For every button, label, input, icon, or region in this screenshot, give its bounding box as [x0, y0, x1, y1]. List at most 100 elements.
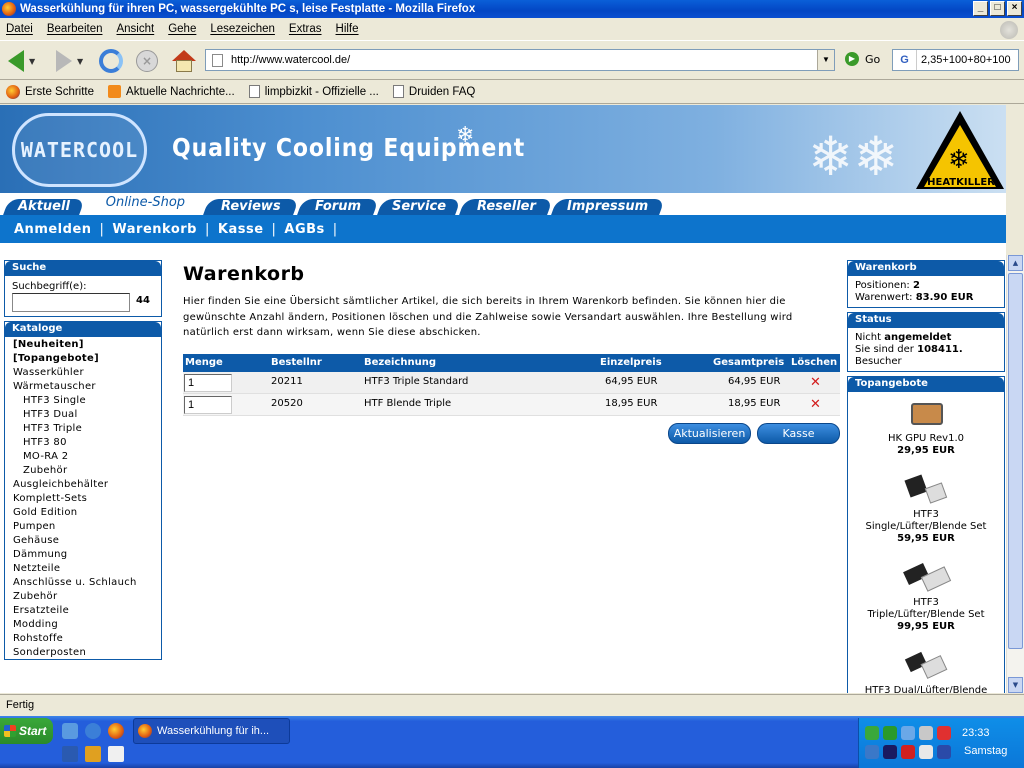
start-button[interactable]: Start	[0, 718, 53, 744]
go-button[interactable]: ▶ Go	[845, 52, 880, 66]
binoculars-icon[interactable]: 44	[136, 295, 150, 306]
tray-icon[interactable]	[865, 745, 879, 759]
url-dropdown-button[interactable]: ▼	[817, 50, 834, 70]
scroll-up-button[interactable]: ▲	[1008, 255, 1023, 271]
back-button[interactable]: ▼	[8, 48, 35, 74]
subnav-anmelden[interactable]: Anmelden	[14, 222, 92, 237]
tab-online-shop[interactable]: Online-Shop	[88, 195, 202, 215]
catalog-item[interactable]: Komplett-Sets	[5, 492, 161, 506]
close-button[interactable]: ×	[1007, 1, 1022, 16]
minimize-button[interactable]: _	[973, 1, 988, 16]
home-button[interactable]	[172, 48, 196, 74]
catalog-item[interactable]: Pumpen	[5, 520, 161, 534]
tab-aktuell[interactable]: Aktuell	[3, 199, 85, 215]
catalog-item[interactable]: Ausgleichbehälter	[5, 478, 161, 492]
catalog-item[interactable]: HTF3 Triple	[5, 422, 161, 436]
tray-icon[interactable]	[919, 726, 933, 740]
scroll-thumb[interactable]	[1008, 273, 1023, 649]
quicklaunch-desktop-icon[interactable]	[62, 723, 78, 739]
catalog-item[interactable]: MO-RA 2	[5, 450, 161, 464]
search-input[interactable]: G 2,35+100+80+100	[892, 49, 1019, 71]
catalog-item[interactable]: Netzteile	[5, 562, 161, 576]
product-htf3-dual-set[interactable]: HTF3 Dual/Lüfter/Blende	[848, 651, 1004, 693]
chevron-down-icon[interactable]: ▼	[29, 57, 35, 66]
reload-button[interactable]	[99, 48, 123, 74]
page-scrollbar[interactable]: ▲ ▼	[1006, 255, 1024, 693]
bookmark-erste-schritte[interactable]: Erste Schritte	[6, 84, 94, 99]
chevron-down-icon[interactable]: ▼	[77, 57, 83, 66]
delete-icon[interactable]: ✕	[810, 397, 821, 412]
catalog-item[interactable]: [Topangebote]	[5, 352, 161, 366]
menu-gehe[interactable]: Gehe	[168, 23, 196, 35]
catalog-item[interactable]: Sonderposten	[5, 646, 161, 660]
menu-lesezeichen[interactable]: Lesezeichen	[210, 23, 275, 35]
tray-icon[interactable]	[883, 726, 897, 740]
google-icon[interactable]: G	[893, 50, 917, 70]
catalog-item[interactable]: Rohstoffe	[5, 632, 161, 646]
tray-icon[interactable]	[901, 745, 915, 759]
catalog-item[interactable]: Zubehör	[5, 590, 161, 604]
subnav-warenkorb[interactable]: Warenkorb	[112, 222, 197, 237]
product-image[interactable]	[903, 474, 949, 505]
catalog-item[interactable]: Wasserkühler	[5, 366, 161, 380]
quicklaunch-icon[interactable]	[108, 746, 124, 762]
forward-button[interactable]: ▼	[56, 48, 83, 74]
tray-icon[interactable]	[883, 745, 897, 759]
catalog-item[interactable]: Wärmetauscher	[5, 380, 161, 394]
stop-button[interactable]: ×	[136, 48, 158, 74]
watercool-logo[interactable]: WATERCOOL	[12, 113, 147, 187]
catalog-item[interactable]: Anschlüsse u. Schlauch	[5, 576, 161, 590]
tray-icon[interactable]	[865, 726, 879, 740]
quicklaunch-firefox-icon[interactable]	[108, 723, 124, 739]
bookmark-aktuelle-nachrichten[interactable]: Aktuelle Nachrichte...	[108, 85, 235, 98]
catalog-item[interactable]: HTF3 80	[5, 436, 161, 450]
tray-icon[interactable]	[901, 726, 915, 740]
menu-bearbeiten[interactable]: Bearbeiten	[47, 23, 103, 35]
product-image[interactable]	[903, 399, 949, 429]
delete-icon[interactable]: ✕	[810, 375, 821, 390]
catalog-item[interactable]: [Neuheiten]	[5, 338, 161, 352]
catalog-item[interactable]: HTF3 Dual	[5, 408, 161, 422]
quicklaunch-ie-icon[interactable]	[85, 723, 101, 739]
catalog-item[interactable]: Dämmung	[5, 548, 161, 562]
quicklaunch-icon[interactable]	[62, 746, 78, 762]
tab-service[interactable]: Service	[377, 199, 461, 215]
product-image[interactable]	[903, 563, 952, 593]
menu-datei[interactable]: Datei	[6, 23, 33, 35]
catalog-item[interactable]: Gehäuse	[5, 534, 161, 548]
clock[interactable]: 23:33	[962, 727, 990, 739]
tray-icon[interactable]	[937, 745, 951, 759]
menu-hilfe[interactable]: Hilfe	[336, 23, 359, 35]
bookmark-limpbizkit[interactable]: limpbizkit - Offizielle ...	[248, 85, 379, 98]
tab-impressum[interactable]: Impressum	[551, 199, 665, 215]
maximize-button[interactable]: □	[990, 1, 1005, 16]
tab-reseller[interactable]: Reseller	[459, 199, 553, 215]
subnav-kasse[interactable]: Kasse	[218, 222, 264, 237]
tab-reviews[interactable]: Reviews	[203, 199, 299, 215]
bookmark-druiden-faq[interactable]: Druiden FAQ	[392, 85, 475, 98]
catalog-item[interactable]: Modding	[5, 618, 161, 632]
scroll-down-button[interactable]: ▼	[1008, 677, 1023, 693]
product-hk-gpu[interactable]: HK GPU Rev1.0 29,95 EUR	[848, 399, 1004, 457]
tray-icon[interactable]	[937, 726, 951, 740]
product-htf3-triple-set[interactable]: HTF3 Triple/Lüfter/Blende Set 99,95 EUR	[848, 563, 1004, 633]
quantity-input[interactable]	[184, 374, 232, 392]
quantity-input[interactable]	[184, 396, 232, 414]
catalog-item[interactable]: HTF3 Single	[5, 394, 161, 408]
menu-ansicht[interactable]: Ansicht	[116, 23, 154, 35]
catalog-item[interactable]: Gold Edition	[5, 506, 161, 520]
product-image[interactable]	[903, 651, 949, 681]
search-term-input[interactable]	[12, 293, 130, 312]
catalog-item[interactable]: Ersatzteile	[5, 604, 161, 618]
checkout-button[interactable]: Kasse	[757, 423, 840, 444]
menu-extras[interactable]: Extras	[289, 23, 322, 35]
tab-forum[interactable]: Forum	[297, 199, 379, 215]
update-button[interactable]: Aktualisieren	[668, 423, 751, 444]
product-htf3-single-set[interactable]: HTF3 Single/Lüfter/Blende Set 59,95 EUR	[848, 474, 1004, 545]
subnav-agbs[interactable]: AGBs	[284, 222, 324, 237]
taskbar-firefox-window[interactable]: Wasserkühlung für ih...	[133, 718, 290, 744]
catalog-item[interactable]: Zubehör	[5, 464, 161, 478]
url-bar[interactable]: http://www.watercool.de/ ▼	[205, 49, 835, 71]
quicklaunch-icon[interactable]	[85, 746, 101, 762]
tray-icon[interactable]	[919, 745, 933, 759]
